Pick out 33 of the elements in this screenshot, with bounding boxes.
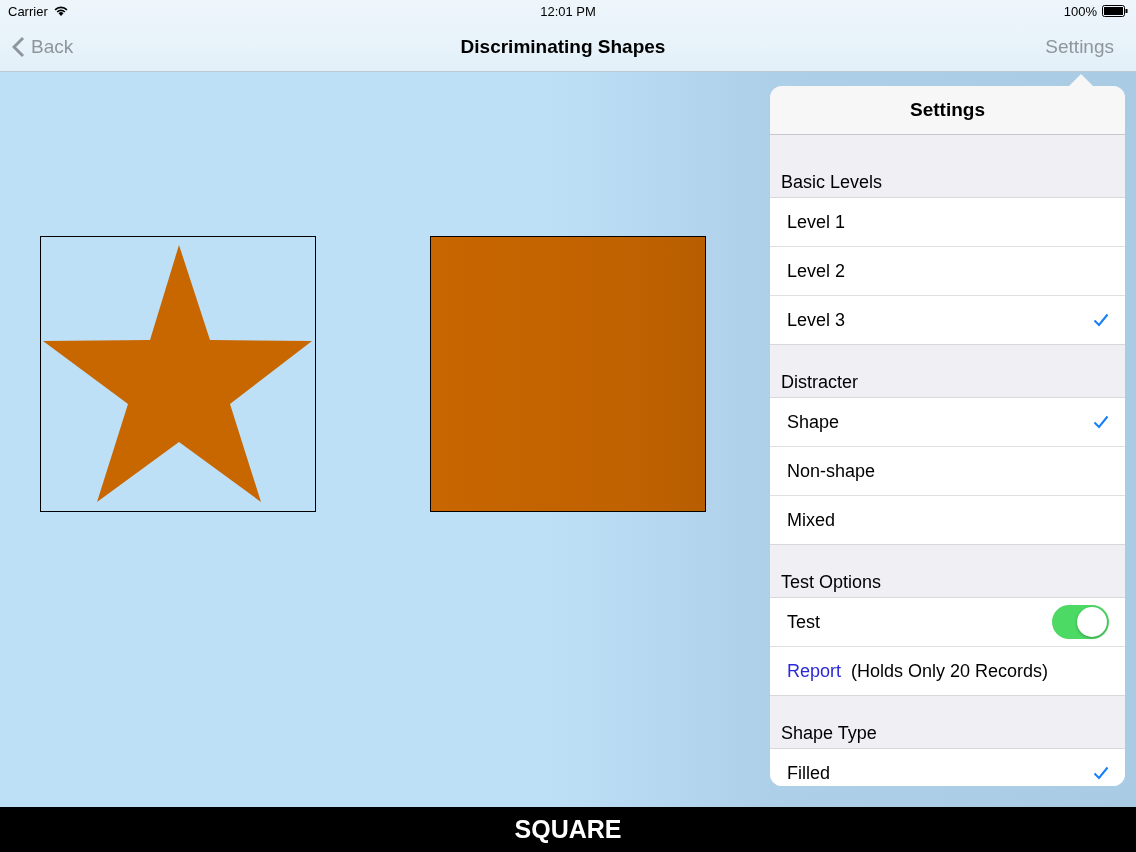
screen-title: Discriminating Shapes [460, 35, 666, 58]
settings-option[interactable]: Level 1 [770, 198, 1125, 246]
square-shape[interactable] [430, 236, 706, 512]
report-link[interactable]: Report [787, 660, 842, 682]
battery-percent: 100% [1063, 3, 1097, 19]
toggle-switch[interactable] [1052, 605, 1109, 639]
settings-option[interactable]: Non-shape [770, 446, 1125, 495]
report-note: (Holds Only 20 Records) [851, 660, 1049, 682]
option-label: Level 2 [787, 260, 846, 282]
star-card[interactable] [40, 236, 316, 512]
chevron-left-icon [12, 35, 25, 58]
section-header: Basic Levels [781, 172, 883, 193]
carrier-label: Carrier [8, 3, 48, 19]
option-label: Mixed [787, 509, 835, 531]
answer-label: SQUARE [514, 815, 622, 844]
option-label: Non-shape [787, 460, 876, 482]
clock-time: 12:01 PM [540, 3, 596, 19]
option-label: Shape [787, 411, 840, 433]
wifi-icon [52, 5, 69, 17]
settings-option[interactable]: Mixed [770, 495, 1125, 544]
option-label: Level 3 [787, 309, 846, 331]
option-label: Filled [787, 762, 830, 784]
settings-option[interactable]: Shape [770, 398, 1125, 446]
section-header: Distracter [781, 372, 858, 393]
option-label: Level 1 [787, 211, 846, 233]
section-header: Shape Type [781, 723, 877, 744]
settings-option[interactable]: Level 3 [770, 295, 1125, 344]
battery-icon [1102, 5, 1128, 17]
option-label: Test [787, 611, 820, 633]
section-header: Test Options [781, 572, 882, 593]
settings-option[interactable]: Level 2 [770, 246, 1125, 295]
popover-title: Settings [910, 99, 985, 121]
settings-option[interactable]: Filled [770, 749, 1125, 786]
